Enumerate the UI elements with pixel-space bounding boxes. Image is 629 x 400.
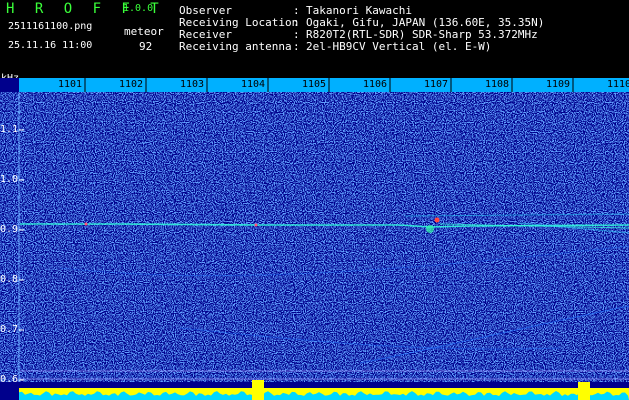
y-tick-label: 0.8 [0, 274, 19, 285]
level-peak [252, 380, 264, 400]
meteor-echo [434, 217, 440, 223]
meteor-echo-glow [426, 225, 434, 233]
y-tick-label: 0.9 [0, 224, 19, 235]
x-tick-label: 1108 [485, 79, 510, 90]
app-version: 1.0.0 [123, 3, 154, 14]
x-tick-label: 1103 [180, 79, 205, 90]
meteor-count: 92 [139, 40, 153, 53]
meteor-label: meteor [124, 25, 164, 38]
noise-texture [0, 92, 629, 382]
meteor-echo-small [254, 223, 258, 227]
y-tick-label: 0.6 [0, 374, 19, 385]
x-tick-label: 1105 [302, 79, 327, 90]
y-tick-label: 0.7 [0, 324, 19, 335]
header-panel: H R O F F T 1.0.0 2511161100.png 25.11.1… [0, 0, 629, 84]
x-tick-label: 1109 [546, 79, 571, 90]
file-name: 2511161100.png [8, 21, 93, 32]
x-tick-label: 1106 [363, 79, 388, 90]
x-tick-label: 1110 [607, 79, 629, 90]
y-tick-label: 1.0 [0, 174, 19, 185]
x-tick-label: 1102 [119, 79, 144, 90]
antenna-colon: : [293, 40, 300, 53]
meteor-echo-small [84, 222, 88, 226]
spectrogram [0, 78, 629, 400]
x-tick-label: 1101 [58, 79, 83, 90]
file-datetime: 25.11.16 11:00 [8, 40, 93, 51]
level-peak [578, 382, 590, 400]
antenna-key: Receiving antenna [179, 40, 292, 53]
x-tick-label: 1107 [424, 79, 449, 90]
antenna-value: 2el-HB9CV Vertical (el. E-W) [306, 40, 492, 53]
y-tick-label: 1.1 [0, 124, 19, 135]
x-tick-label: 1104 [241, 79, 266, 90]
